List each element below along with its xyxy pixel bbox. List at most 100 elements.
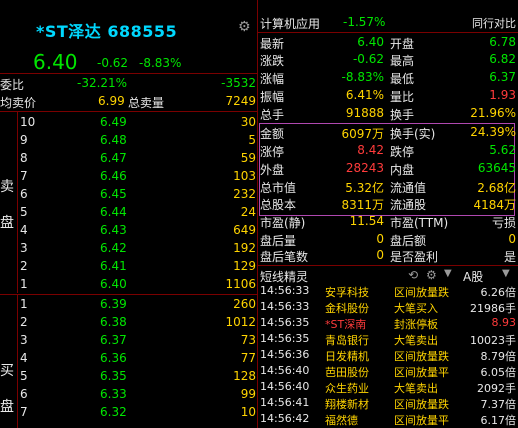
tick-stock[interactable]: 福然德 xyxy=(325,412,358,428)
sell-row[interactable]: 9 6.48 5 xyxy=(0,133,258,151)
divider xyxy=(0,111,258,112)
sell-volume: 5 xyxy=(248,133,256,147)
list-item[interactable]: 14:56:35 青岛银行 大笔卖出 10023手 xyxy=(258,332,518,348)
list-item[interactable]: 14:56:36 日发精机 区间放量跌 8.79倍 xyxy=(258,348,518,364)
sell-row[interactable]: 6 6.45 232 xyxy=(0,187,258,205)
peer-compare-button[interactable]: 同行对比 xyxy=(472,15,516,31)
sell-price: 6.46 xyxy=(100,169,127,183)
buy-row[interactable]: 3 6.37 73 xyxy=(0,333,258,351)
list-item[interactable]: 14:56:40 芭田股份 区间放量平 6.05倍 xyxy=(258,364,518,380)
short-line-title: 短线精灵 xyxy=(260,270,309,284)
stat-value: 5.32亿 xyxy=(345,181,384,195)
tick-time: 14:56:42 xyxy=(260,412,310,425)
level-label: 6 xyxy=(20,387,28,401)
buy-row[interactable]: 7 6.32 10 xyxy=(0,405,258,423)
tick-stock[interactable]: 翔楼新材 xyxy=(325,396,369,412)
stat-value: 1.93 xyxy=(489,88,516,102)
list-item[interactable]: 14:56:41 翔楼新材 区间放量跌 7.37倍 xyxy=(258,396,518,412)
stat-value: 28243 xyxy=(345,161,384,175)
buy-row[interactable]: 2 6.38 1012 xyxy=(0,315,258,333)
tick-value: 8.79倍 xyxy=(480,350,517,363)
stat-value: 6.40 xyxy=(357,35,384,49)
list-item[interactable]: 14:56:33 金科股份 大笔买入 21986手 xyxy=(258,300,518,316)
sector-row: 计算机应用 -1.57% 同行对比 xyxy=(258,15,518,32)
stat-label: 量比 xyxy=(390,90,415,104)
buy-price: 6.39 xyxy=(100,297,127,311)
sell-volume: 649 xyxy=(233,223,256,237)
sell-row[interactable]: 10 6.49 30 xyxy=(0,115,258,133)
tick-stock[interactable]: *ST深南 xyxy=(325,316,366,332)
stat-row: 盘后量 0 盘后额 0 xyxy=(258,232,518,249)
stat-value: 0 xyxy=(376,232,384,246)
market-select[interactable]: A股 xyxy=(463,268,483,285)
stat-label: 盘后量 xyxy=(260,234,297,248)
level-label: 3 xyxy=(20,333,28,347)
sell-volume: 1106 xyxy=(225,277,256,291)
sector-pct: -1.57% xyxy=(343,15,386,29)
stat-value: 0 xyxy=(508,232,516,246)
stat-value: 5.62 xyxy=(489,143,516,157)
chevron-down-icon[interactable]: ▼ xyxy=(502,268,510,279)
tick-stock[interactable]: 金科股份 xyxy=(325,300,369,316)
tick-event: 区间放量跌 xyxy=(394,286,449,299)
sell-price: 6.47 xyxy=(100,151,127,165)
buy-volume: 1012 xyxy=(225,315,256,329)
sell-volume: 103 xyxy=(233,169,256,183)
buy-volume: 77 xyxy=(240,351,256,365)
tick-value: 21986手 xyxy=(470,302,516,315)
sell-row[interactable]: 8 6.47 59 xyxy=(0,151,258,169)
tick-stock[interactable]: 日发精机 xyxy=(325,348,369,364)
buy-row[interactable]: 5 6.35 128 xyxy=(0,369,258,387)
list-item[interactable]: 14:56:35 *ST深南 封涨停板 8.93 xyxy=(258,316,518,332)
stat-label: 涨幅 xyxy=(260,72,285,86)
buy-price: 6.37 xyxy=(100,333,127,347)
stat-value: 8311万 xyxy=(341,198,384,212)
sector-name[interactable]: 计算机应用 xyxy=(260,15,320,32)
level-label: 6 xyxy=(20,187,28,201)
sell-row[interactable]: 4 6.43 649 xyxy=(0,223,258,241)
stat-value: 0 xyxy=(376,248,384,262)
stat-value: 6097万 xyxy=(341,127,384,141)
refresh-icon[interactable]: ⟲ xyxy=(408,268,418,282)
sell-row[interactable]: 2 6.41 129 xyxy=(0,259,258,277)
list-item[interactable]: 14:56:33 安孚科技 区间放量跌 6.26倍 xyxy=(258,284,518,300)
sell-row[interactable]: 7 6.46 103 xyxy=(0,169,258,187)
buy-row[interactable]: 4 6.36 77 xyxy=(0,351,258,369)
stat-label: 市盈(静) xyxy=(260,216,306,230)
tick-time: 14:56:35 xyxy=(260,332,310,345)
stat-label: 跌停 xyxy=(390,145,415,159)
sell-volume: 30 xyxy=(240,115,256,129)
tick-stock[interactable]: 芭田股份 xyxy=(325,364,369,380)
buy-volume: 10 xyxy=(240,405,256,419)
stock-title: *ST泽达 688555 xyxy=(36,22,178,41)
tick-stock[interactable]: 众生药业 xyxy=(325,380,369,396)
gear-icon[interactable]: ⚙ xyxy=(426,268,437,282)
tick-event: 大笔卖出 xyxy=(394,382,438,395)
sell-row[interactable]: 3 6.42 192 xyxy=(0,241,258,259)
sell-row[interactable]: 5 6.44 24 xyxy=(0,205,258,223)
sell-price: 6.44 xyxy=(100,205,127,219)
stat-label: 最低 xyxy=(390,72,415,86)
tick-event: 区间放量跌 xyxy=(394,350,449,363)
weibi-pct: -32.21% xyxy=(77,76,128,90)
buy-row[interactable]: 1 6.39 260 xyxy=(0,297,258,315)
sell-row[interactable]: 1 6.40 1106 xyxy=(0,277,258,295)
tick-stock[interactable]: 安孚科技 xyxy=(325,284,369,300)
stat-row: 涨停 8.42 跌停 5.62 xyxy=(258,143,518,160)
total-sell-volume: 7249 xyxy=(225,94,256,108)
stat-label: 涨停 xyxy=(260,145,285,159)
stat-value: -8.83% xyxy=(341,70,384,84)
tick-stock[interactable]: 青岛银行 xyxy=(325,332,369,348)
tick-value: 6.05倍 xyxy=(480,366,517,379)
list-item[interactable]: 14:56:42 福然德 区间放量平 6.17倍 xyxy=(258,412,518,428)
level-label: 9 xyxy=(20,133,28,147)
chevron-down-icon[interactable]: ▼ xyxy=(444,268,452,279)
stat-label: 总手 xyxy=(260,108,285,122)
buy-volume: 260 xyxy=(233,297,256,311)
gear-icon[interactable]: ⚙ xyxy=(238,20,252,34)
list-item[interactable]: 14:56:40 众生药业 大笔卖出 2092手 xyxy=(258,380,518,396)
total-sell-label: 总卖量 xyxy=(128,96,165,110)
buy-row[interactable]: 6 6.33 99 xyxy=(0,387,258,405)
sell-price: 6.40 xyxy=(100,277,127,291)
stat-label: 盘后笔数 xyxy=(260,250,309,264)
